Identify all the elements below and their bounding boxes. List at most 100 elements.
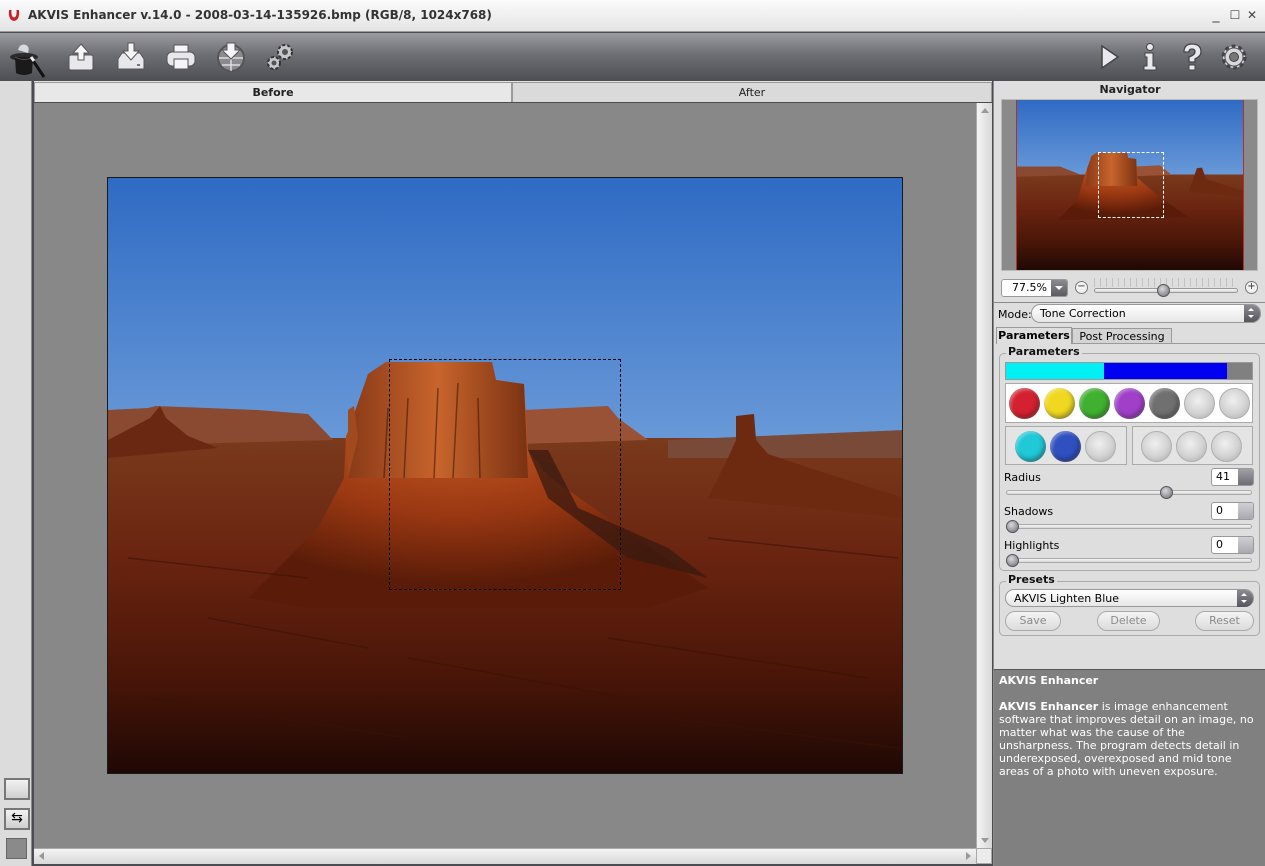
empty-color-slot[interactable]	[1211, 431, 1242, 462]
before-after-tabs: Before After	[34, 81, 992, 102]
presets-value: AKVIS Lighten Blue	[1014, 592, 1120, 605]
scroll-up-arrow-icon[interactable]	[981, 108, 989, 113]
akvis-logo-icon	[8, 10, 20, 21]
open-button[interactable]	[63, 39, 99, 75]
tab-parameters[interactable]: Parameters	[996, 327, 1072, 344]
tone-bar-segment[interactable]	[1006, 363, 1105, 379]
tab-post-processing[interactable]: Post Processing	[1072, 328, 1172, 344]
zoom-out-button[interactable]: −	[1075, 281, 1088, 294]
mode-select[interactable]: Tone Correction	[1031, 304, 1261, 323]
minimize-button[interactable]: _	[1208, 6, 1224, 24]
delete-preset-button[interactable]: Delete	[1097, 611, 1160, 631]
gears-icon	[267, 44, 293, 70]
title-bar: AKVIS Enhancer v.14.0 - 2008-03-14-13592…	[0, 0, 1265, 32]
shadows-slider-track[interactable]	[1006, 524, 1252, 529]
spin-arrows-icon[interactable]	[1238, 503, 1253, 519]
info-title: AKVIS Enhancer	[999, 674, 1099, 687]
app-window: AKVIS Enhancer v.14.0 - 2008-03-14-13592…	[0, 0, 1265, 866]
highlights-value: 0	[1216, 538, 1223, 551]
radius-value: 41	[1216, 470, 1230, 483]
radius-spinbox[interactable]: 41	[1211, 468, 1254, 486]
navigator-viewport-rectangle[interactable]	[389, 359, 621, 590]
highlights-slider-track[interactable]	[1006, 558, 1252, 563]
about-button[interactable]	[1132, 39, 1168, 75]
run-button[interactable]	[1090, 39, 1126, 75]
info-description: AKVIS Enhancer is image enhancement soft…	[999, 700, 1261, 778]
photo-image	[107, 177, 903, 774]
color-swatch-group-left	[1005, 426, 1127, 465]
scroll-left-arrow-icon[interactable]	[39, 852, 44, 860]
zoom-controls: 77.5% − +	[994, 277, 1265, 299]
preferences-button[interactable]	[1216, 39, 1252, 75]
image-canvas[interactable]	[34, 103, 976, 848]
toolbar	[0, 33, 1265, 81]
color-swatch[interactable]	[1009, 388, 1040, 419]
navigator-view-rectangle[interactable]	[1098, 152, 1164, 218]
zoom-dropdown-button[interactable]	[1051, 280, 1067, 296]
print-button[interactable]	[163, 39, 199, 75]
close-button[interactable]: ✕	[1244, 6, 1260, 24]
batch-button[interactable]	[262, 39, 298, 75]
empty-color-slot[interactable]	[1176, 431, 1207, 462]
zoom-level-value: 77.5%	[1012, 281, 1047, 294]
color-swatch-group-right	[1132, 426, 1253, 465]
resize-grip[interactable]	[976, 848, 992, 864]
window-title: AKVIS Enhancer v.14.0 - 2008-03-14-13592…	[28, 8, 492, 22]
right-panel: Navigator 77.5% − + Mode: Tone Correctio…	[993, 81, 1265, 866]
empty-color-slot[interactable]	[1184, 388, 1215, 419]
help-icon	[1183, 43, 1202, 71]
empty-color-slot[interactable]	[1219, 388, 1250, 419]
shadows-slider-knob[interactable]	[1006, 520, 1019, 533]
scroll-right-arrow-icon[interactable]	[966, 852, 971, 860]
save-preset-button[interactable]: Save	[1005, 611, 1061, 631]
highlights-spinbox[interactable]: 0	[1211, 536, 1254, 554]
empty-color-slot[interactable]	[1085, 431, 1116, 462]
empty-color-slot[interactable]	[1141, 431, 1172, 462]
info-lead: AKVIS Enhancer	[999, 700, 1099, 713]
zoom-level-field[interactable]: 77.5%	[1001, 279, 1068, 297]
view-mode-strip: ⇆	[0, 81, 32, 866]
shadows-spinbox[interactable]: 0	[1211, 502, 1254, 520]
tone-bar-segment[interactable]	[1104, 363, 1228, 379]
tab-after[interactable]: After	[512, 82, 992, 102]
save-button[interactable]	[113, 39, 149, 75]
scroll-down-arrow-icon[interactable]	[981, 838, 989, 843]
share-button[interactable]	[213, 39, 249, 75]
color-swatch[interactable]	[1044, 388, 1075, 419]
vertical-scrollbar[interactable]	[976, 103, 992, 848]
maximize-button[interactable]: ☐	[1227, 6, 1243, 24]
color-swatch-row	[1005, 383, 1253, 423]
minus-icon: −	[1077, 281, 1086, 292]
color-swatch[interactable]	[1114, 388, 1145, 419]
shadows-label: Shadows	[1004, 505, 1054, 518]
presets-select[interactable]: AKVIS Lighten Blue	[1005, 589, 1254, 607]
reset-preset-button[interactable]: Reset	[1195, 611, 1254, 631]
spin-arrows-icon[interactable]	[1238, 537, 1253, 553]
horizontal-scrollbar[interactable]	[34, 848, 976, 864]
printer-icon	[166, 44, 196, 70]
color-swatch[interactable]	[1015, 431, 1046, 462]
tone-bar-segment[interactable]	[1227, 363, 1252, 379]
magic-hat-icon	[10, 44, 46, 78]
zoom-slider-knob[interactable]	[1156, 284, 1170, 297]
color-swatch[interactable]	[1050, 431, 1081, 462]
color-swatch[interactable]	[1079, 388, 1110, 419]
zoom-in-button[interactable]: +	[1245, 281, 1258, 294]
single-view-button[interactable]	[4, 778, 30, 800]
magic-hat-button[interactable]	[6, 35, 46, 79]
swap-view-button[interactable]: ⇆	[4, 808, 30, 830]
parameters-group-title: Parameters	[1006, 345, 1082, 358]
background-color-button[interactable]	[6, 838, 27, 859]
updown-chevron-icon	[1237, 590, 1253, 607]
radius-slider-knob[interactable]	[1159, 486, 1173, 499]
tab-before[interactable]: Before	[34, 82, 512, 102]
help-button[interactable]	[1174, 39, 1210, 75]
plus-icon: +	[1247, 281, 1256, 292]
radius-slider-track[interactable]	[1006, 490, 1252, 495]
color-swatch[interactable]	[1149, 388, 1180, 419]
spin-arrows-icon[interactable]	[1238, 469, 1253, 485]
navigator-preview[interactable]	[1001, 99, 1258, 271]
tone-color-bar[interactable]	[1005, 362, 1253, 380]
highlights-slider-knob[interactable]	[1006, 554, 1019, 567]
shadows-value: 0	[1216, 504, 1223, 517]
